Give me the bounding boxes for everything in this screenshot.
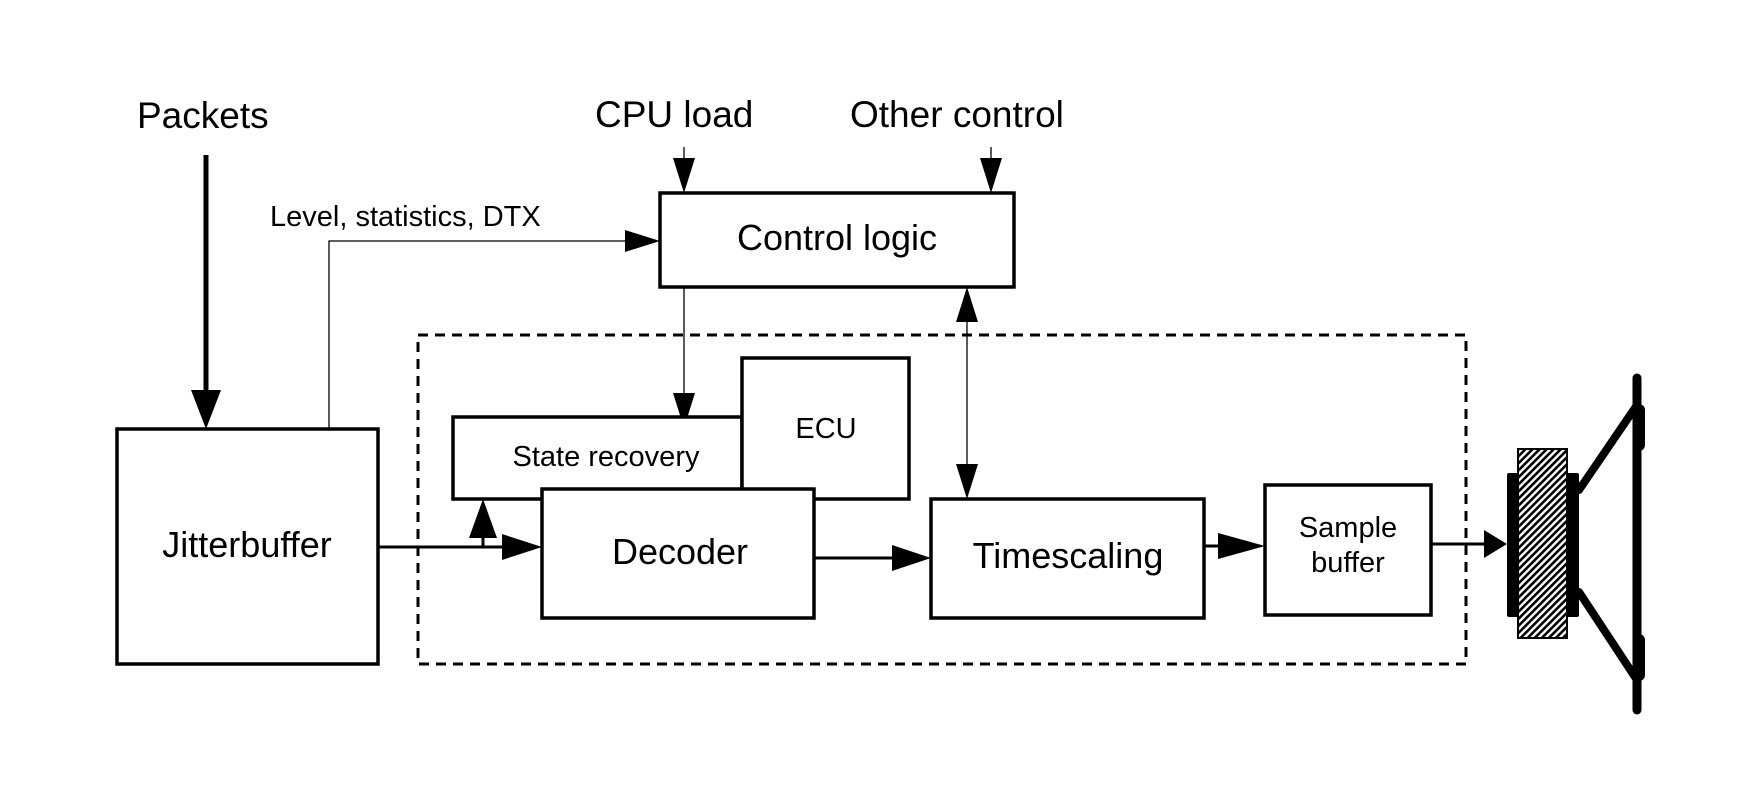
packets-arrow bbox=[191, 155, 221, 429]
state-recovery-label: State recovery bbox=[513, 441, 700, 473]
level-statistics-arrow bbox=[328, 230, 660, 429]
control-to-state-recovery-arrow bbox=[673, 287, 695, 428]
jitterbuffer-block: Jitterbuffer bbox=[115, 427, 380, 666]
decoder-label: Decoder bbox=[612, 531, 748, 572]
sample-buffer-label-line2: buffer bbox=[1311, 547, 1385, 579]
control-timescaling-bidirectional-arrow bbox=[956, 287, 978, 499]
level-statistics-dtx-label: Level, statistics, DTX bbox=[270, 201, 541, 233]
sample-buffer-to-speaker-arrow bbox=[1431, 530, 1507, 558]
sample-buffer-block: Sample buffer bbox=[1263, 483, 1433, 617]
packets-label: Packets bbox=[137, 95, 269, 136]
control-logic-label: Control logic bbox=[737, 217, 937, 258]
branch-to-state-recovery-arrow bbox=[469, 499, 497, 547]
ecu-label: ECU bbox=[795, 413, 856, 445]
jitter-buffer-block-diagram: Packets CPU load Other control Level, st… bbox=[115, 94, 1645, 715]
decoder-block: Decoder bbox=[540, 487, 816, 620]
cpu-load-arrow bbox=[673, 147, 695, 193]
jitterbuffer-label: Jitterbuffer bbox=[162, 524, 331, 565]
control-logic-block: Control logic bbox=[658, 191, 1016, 289]
other-control-label: Other control bbox=[850, 94, 1064, 135]
timescaling-label: Timescaling bbox=[973, 535, 1164, 576]
sample-buffer-label-line1: Sample bbox=[1299, 512, 1397, 544]
timescaling-to-sample-buffer-arrow bbox=[1204, 533, 1265, 559]
other-control-arrow bbox=[980, 147, 1002, 193]
ecu-block: ECU bbox=[740, 356, 911, 501]
jitterbuffer-to-decoder-arrow bbox=[378, 534, 542, 560]
speaker-icon bbox=[1507, 373, 1645, 715]
state-recovery-block: State recovery bbox=[451, 415, 744, 501]
decoder-to-timescaling-arrow bbox=[814, 545, 931, 571]
cpu-load-label: CPU load bbox=[595, 94, 753, 135]
timescaling-block: Timescaling bbox=[929, 497, 1206, 620]
